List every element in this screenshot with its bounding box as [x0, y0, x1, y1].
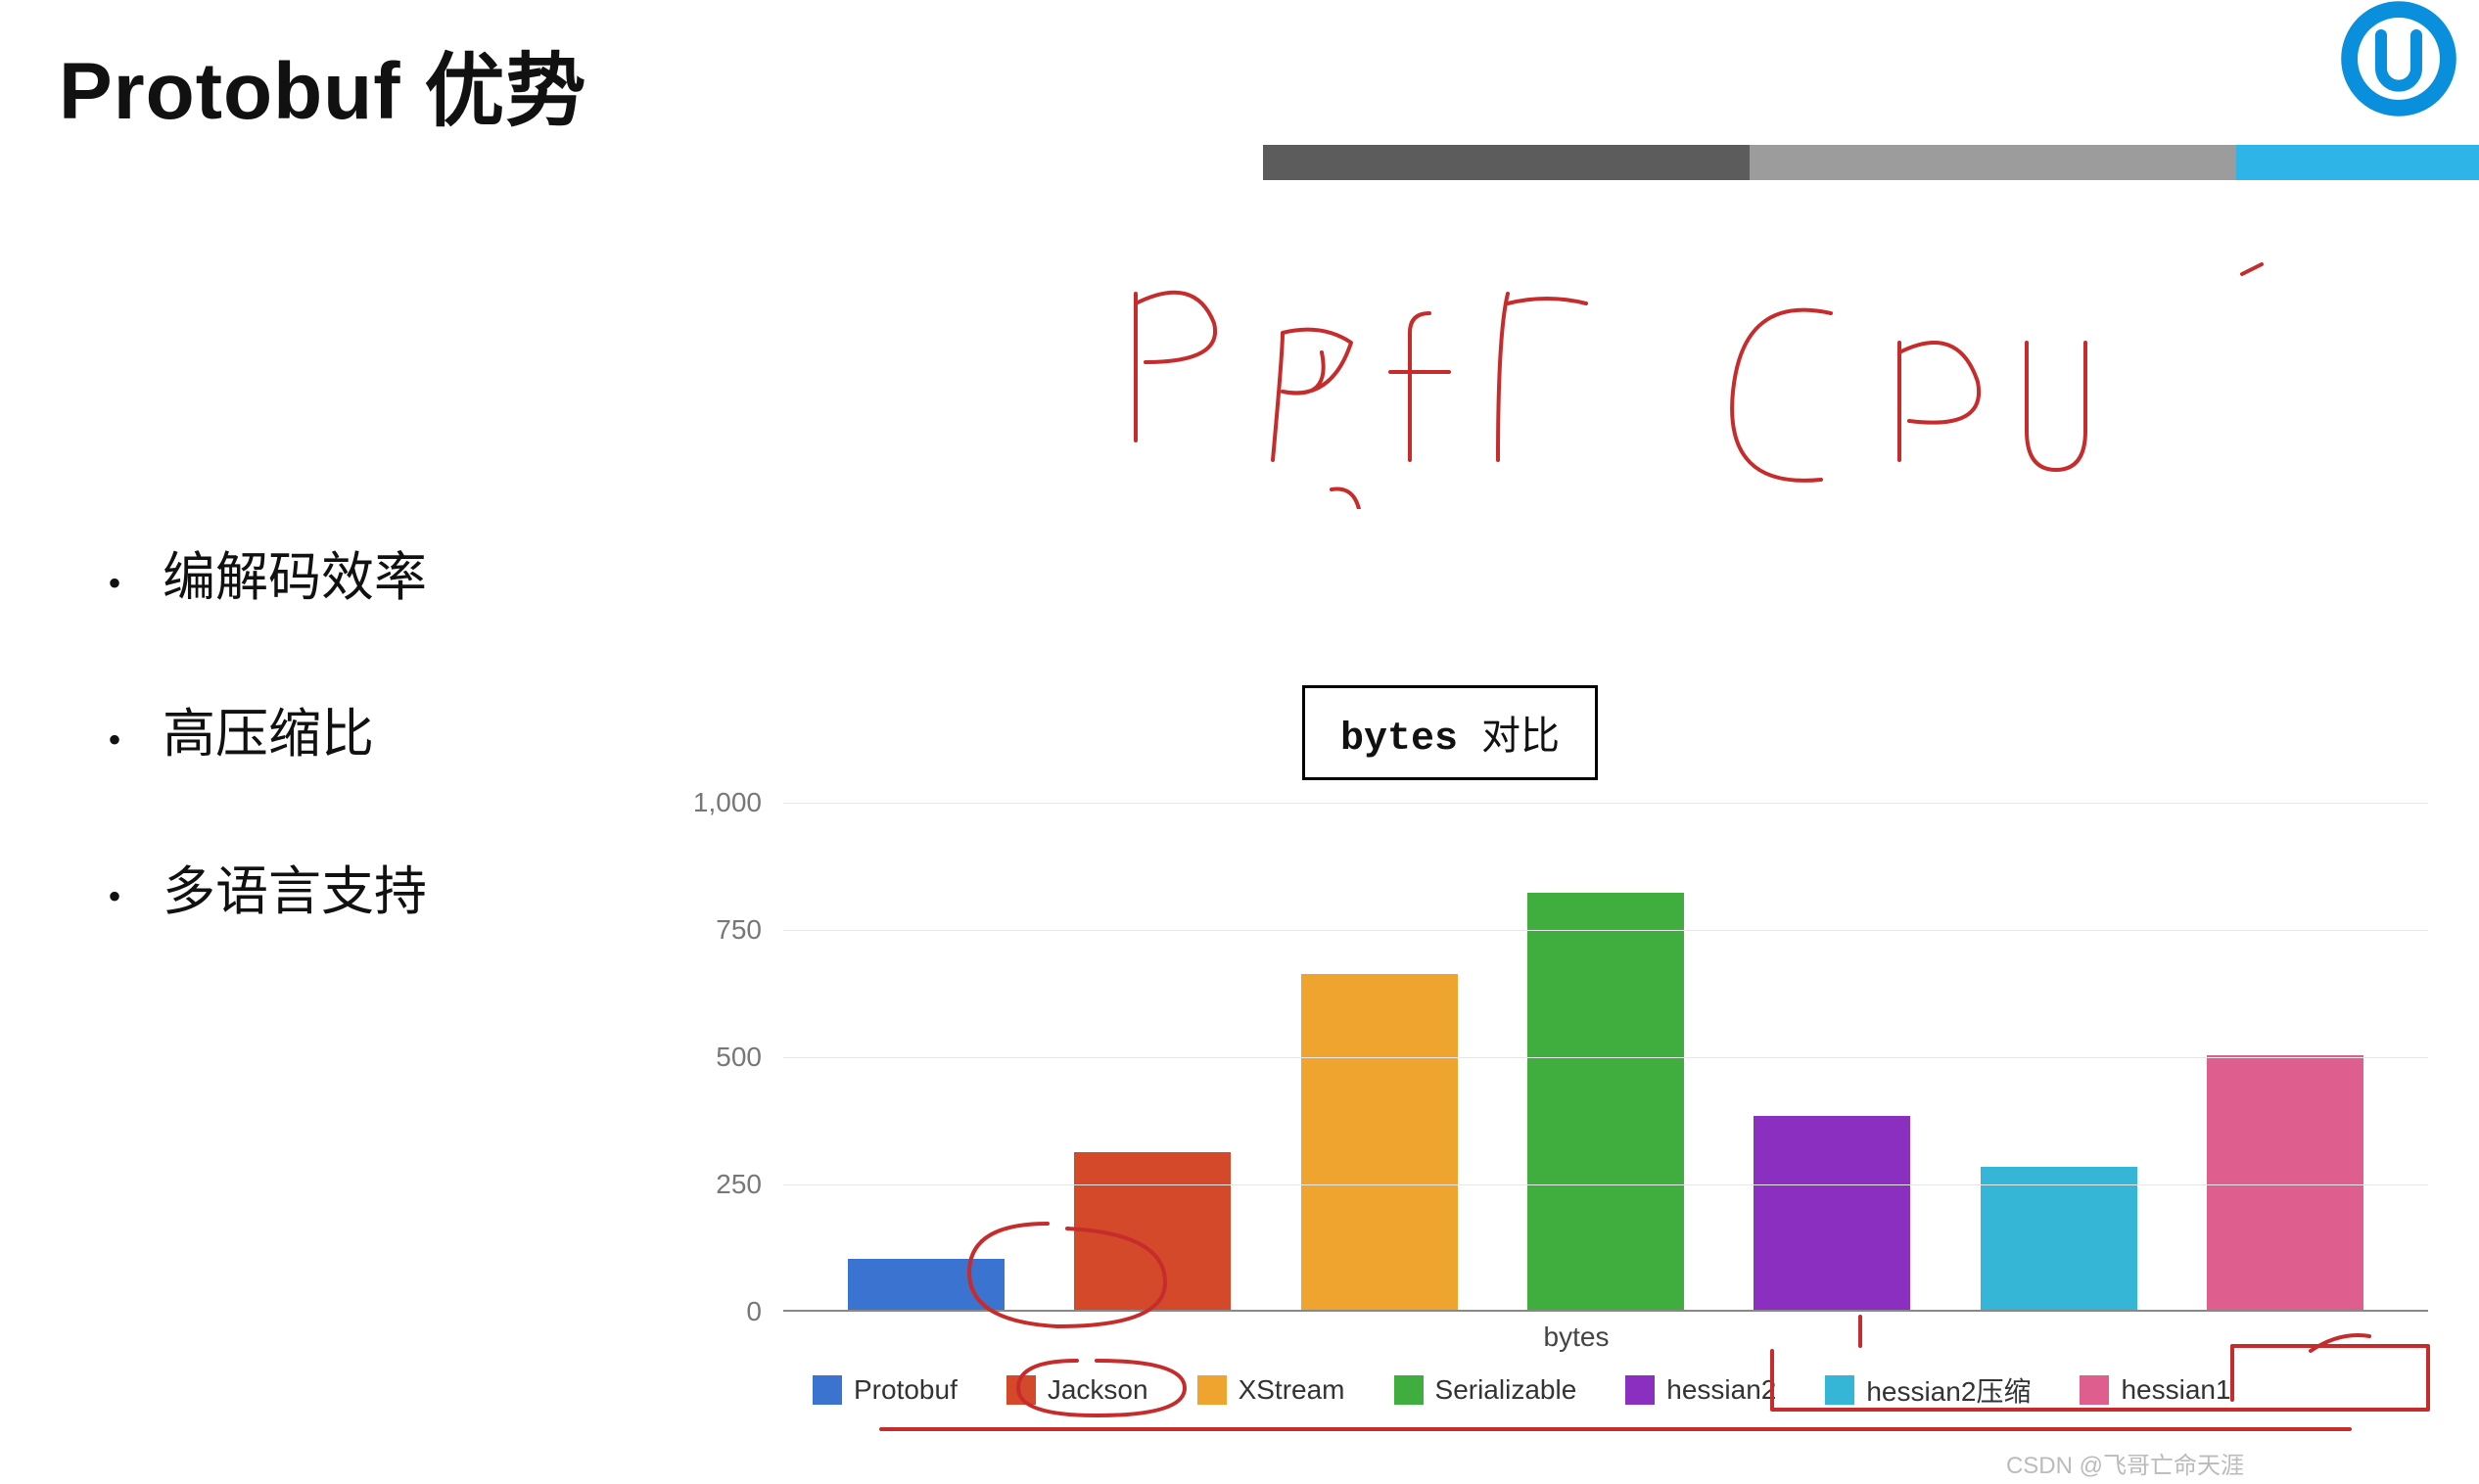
bar-hessian2 — [1754, 1116, 1910, 1310]
y-tick: 1,000 — [674, 787, 762, 818]
bullet-item: 多语言支持 — [108, 823, 427, 960]
grid-line — [783, 1184, 2428, 1185]
grid-line — [783, 930, 2428, 931]
legend-item: Protobuf — [813, 1374, 958, 1406]
bar-Jackson — [1074, 1152, 1231, 1310]
bar-XStream — [1301, 974, 1458, 1310]
legend-label: Protobuf — [854, 1374, 958, 1406]
x-axis-label: bytes — [705, 1322, 2448, 1353]
y-tick: 750 — [674, 914, 762, 946]
bars-group — [783, 803, 2428, 1310]
legend-item: hessian2 — [1625, 1374, 1776, 1406]
bar-Serializable — [1527, 893, 1684, 1310]
legend-swatch — [1625, 1375, 1655, 1405]
grid-line — [783, 803, 2428, 804]
legend-label: Serializable — [1435, 1374, 1577, 1406]
legend-item: hessian2压缩 — [1825, 1370, 2031, 1410]
chart-container: bytes 对比 02505007501,000 bytes ProtobufJ… — [587, 685, 2448, 1439]
watermark: CSDN @飞哥亡命天涯 — [2006, 1446, 2244, 1480]
legend-swatch — [813, 1375, 842, 1405]
legend-item: Serializable — [1394, 1374, 1577, 1406]
legend-item: Jackson — [1006, 1374, 1148, 1406]
logo-icon — [2340, 0, 2457, 117]
y-axis: 02505007501,000 — [666, 803, 783, 1312]
legend-item: hessian1 — [2080, 1374, 2230, 1406]
bar-hessian1 — [2207, 1055, 2363, 1310]
top-accent-bar — [1263, 145, 2479, 180]
grid-line — [783, 1057, 2428, 1058]
chart-title-cjk: 对比 — [1481, 714, 1560, 758]
legend-swatch — [2080, 1375, 2109, 1405]
slide-title: Protobuf 优势 — [59, 25, 586, 142]
grid-area — [783, 803, 2428, 1312]
legend-item: XStream — [1197, 1374, 1345, 1406]
bullet-item: 编解码效率 — [108, 509, 427, 646]
legend: Protobuf Jackson XStream Serializable hessia… — [813, 1370, 2448, 1410]
legend-label: XStream — [1239, 1374, 1345, 1406]
legend-label: hessian1 — [2121, 1374, 2230, 1406]
legend-label: hessian2压缩 — [1866, 1370, 2031, 1410]
legend-swatch — [1197, 1375, 1227, 1405]
legend-swatch — [1006, 1375, 1036, 1405]
y-tick: 250 — [674, 1169, 762, 1200]
legend-swatch — [1394, 1375, 1424, 1405]
chart-title: bytes 对比 — [1302, 685, 1598, 780]
handwriting-annotation — [1077, 235, 2350, 509]
bullet-item: 高压缩比 — [108, 666, 427, 803]
legend-label: Jackson — [1048, 1374, 1148, 1406]
bullet-list: 编解码效率 高压缩比 多语言支持 — [108, 509, 427, 980]
plot-area: 02505007501,000 — [666, 803, 2428, 1312]
legend-swatch — [1825, 1375, 1854, 1405]
chart-title-text: bytes — [1340, 718, 1458, 762]
bar-hessian2压缩 — [1981, 1167, 2137, 1310]
bar-Protobuf — [848, 1259, 1005, 1310]
y-tick: 500 — [674, 1042, 762, 1073]
legend-label: hessian2 — [1666, 1374, 1776, 1406]
